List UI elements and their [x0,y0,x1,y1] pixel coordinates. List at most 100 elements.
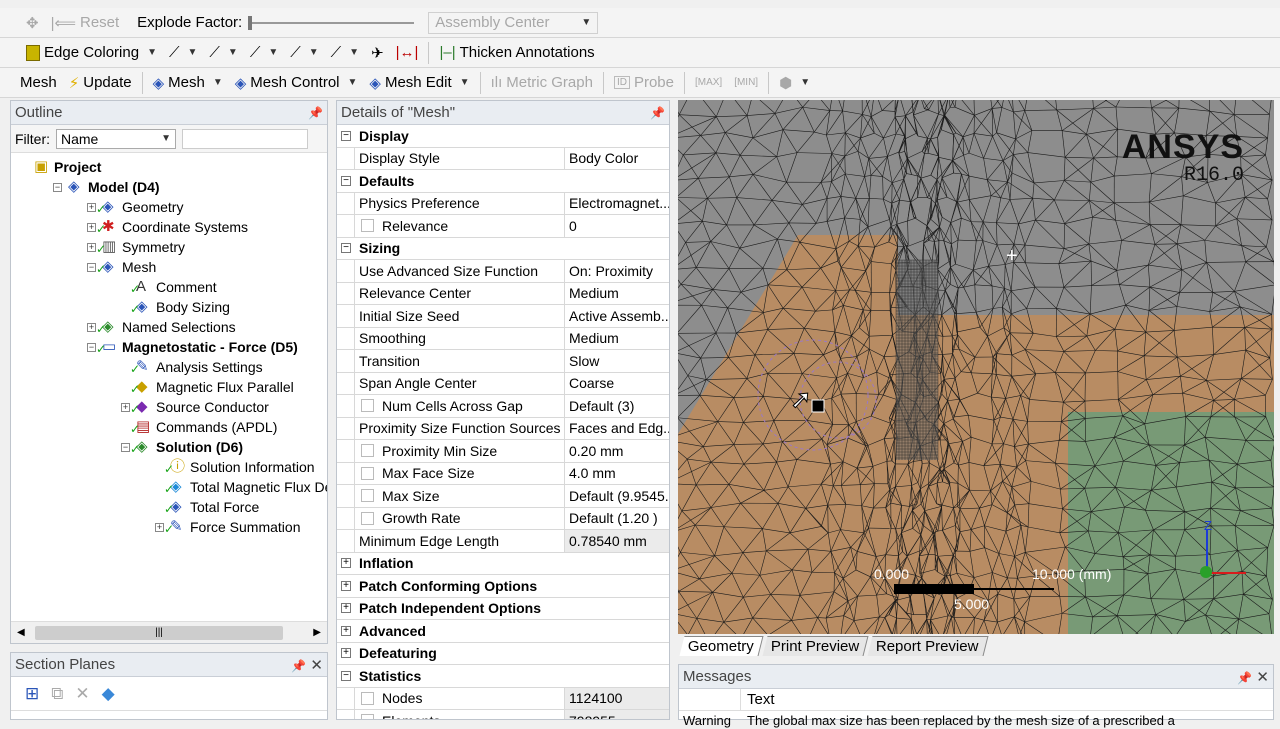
expand-icon[interactable]: + [341,581,351,591]
pin-icon[interactable]: 📌 [291,659,306,673]
probe-button[interactable]: ID Probe [608,70,680,96]
message-row[interactable]: Warning The global max size has been rep… [679,711,1273,729]
details-property[interactable]: Max SizeDefault (9.9545... [337,485,669,508]
tab-report-preview[interactable]: Report Preview [868,636,989,656]
mesh-edit-button[interactable]: ◈ Mesh Edit▼ [363,70,475,96]
property-value[interactable]: On: Proximity [565,260,669,282]
property-value[interactable]: Coarse [565,373,669,395]
collapse-icon[interactable]: − [87,343,96,352]
reset-button[interactable]: |⟸ Reset [45,10,126,36]
collapse-icon[interactable]: − [53,183,62,192]
property-value[interactable]: Medium [565,328,669,350]
property-value[interactable]: Default (9.9545... [565,485,669,507]
pin-icon[interactable]: 📌 [308,106,323,120]
scroll-right-icon[interactable]: ▶ [313,627,321,638]
property-value[interactable]: 0.20 mm [565,440,669,462]
filter-input[interactable] [182,129,308,149]
collapse-icon[interactable]: − [341,671,351,681]
tree-item[interactable]: A✓Comment [121,277,217,297]
thicken-annotations-button[interactable]: |–| Thicken Annotations [433,40,600,66]
group-toggle[interactable]: − [337,671,355,681]
tree-item[interactable]: −◈✓Solution (D6) [121,437,243,457]
expand-icon[interactable]: + [341,626,351,636]
scroll-left-icon[interactable]: ◀ [17,627,25,638]
details-property[interactable]: Max Face Size4.0 mm [337,463,669,486]
collapse-icon[interactable]: − [87,263,96,272]
group-toggle[interactable]: + [337,603,355,613]
details-property[interactable]: Proximity Size Function SourcesFaces and… [337,418,669,441]
tree-item[interactable]: +◆✓Source Conductor [121,397,269,417]
details-property[interactable]: SmoothingMedium [337,328,669,351]
pin-icon[interactable]: 📌 [1237,671,1252,685]
details-property[interactable]: Relevance CenterMedium [337,283,669,306]
tree-item[interactable]: +▥✓Symmetry [87,237,185,257]
tree-item[interactable]: ▣Project [19,157,101,177]
tree-item[interactable]: +✱✓Coordinate Systems [87,217,248,237]
details-property[interactable]: Nodes1124100 [337,688,669,711]
expand-icon[interactable]: + [155,523,164,532]
property-value[interactable]: Body Color [565,148,669,170]
close-icon[interactable]: ✕ [1256,669,1269,686]
details-property[interactable]: TransitionSlow [337,350,669,373]
collapse-icon[interactable]: − [121,443,130,452]
new-section-plane-icon[interactable]: ⊞ [25,684,39,704]
metric-graph-button[interactable]: ılı Metric Graph [485,70,599,96]
graphics-viewport[interactable]: ➚ + ANSYS R16.0 0.000 10.000 (mm) 5.000 … [678,100,1274,634]
tree-item[interactable]: ⓘ✓Solution Information [155,457,315,477]
transform-icon[interactable]: ✥ [20,10,45,36]
scroll-thumb[interactable]: ||| [35,626,283,640]
edge-style-3-icon[interactable]: ⟋▼ [244,40,284,66]
parameter-checkbox[interactable] [361,399,374,412]
details-group[interactable]: +Advanced [337,620,669,643]
group-toggle[interactable]: + [337,558,355,568]
collapse-icon[interactable]: − [341,131,351,141]
details-property[interactable]: Proximity Min Size0.20 mm [337,440,669,463]
details-property[interactable]: Span Angle CenterCoarse [337,373,669,396]
group-toggle[interactable]: + [337,648,355,658]
tree-item[interactable]: ▤✓Commands (APDL) [121,417,277,437]
property-value[interactable]: Default (3) [565,395,669,417]
details-group[interactable]: −Display [337,125,669,148]
filter-select[interactable]: Name▼ [56,129,176,149]
group-toggle[interactable]: + [337,626,355,636]
details-group[interactable]: −Sizing [337,238,669,261]
expand-icon[interactable]: + [341,603,351,613]
details-property[interactable]: Minimum Edge Length0.78540 mm [337,530,669,553]
tree-item[interactable]: −◈Model (D4) [53,177,160,197]
expand-icon[interactable]: + [341,648,351,658]
details-group[interactable]: +Inflation [337,553,669,576]
assembly-center-select[interactable]: Assembly Center▼ [428,12,598,34]
details-group[interactable]: +Patch Conforming Options [337,575,669,598]
expand-icon[interactable]: + [87,223,96,232]
edge-style-5-icon[interactable]: ⟋▼ [325,40,365,66]
annotation-spacing-icon[interactable]: |↔| [390,40,425,66]
details-property[interactable]: Physics PreferenceElectromagnet... [337,193,669,216]
section-display-icon[interactable]: ◆ [102,684,115,704]
details-property[interactable]: Initial Size SeedActive Assemb... [337,305,669,328]
min-icon[interactable]: [MIN] [728,70,764,96]
parameter-checkbox[interactable] [361,489,374,502]
property-value[interactable]: 4.0 mm [565,463,669,485]
expand-icon[interactable]: + [341,558,351,568]
details-property[interactable]: Elements798955 [337,710,669,720]
mesh-control-button[interactable]: ◈ Mesh Control▼ [229,70,364,96]
edge-style-1-icon[interactable]: ⟋▼ [163,40,203,66]
tree-item[interactable]: ◈✓Body Sizing [121,297,230,317]
parameter-checkbox[interactable] [361,219,374,232]
details-group[interactable]: +Patch Independent Options [337,598,669,621]
group-toggle[interactable]: − [337,243,355,253]
expand-icon[interactable]: + [121,403,130,412]
edge-style-2-icon[interactable]: ⟋▼ [203,40,243,66]
group-toggle[interactable]: − [337,176,355,186]
details-group[interactable]: −Defaults [337,170,669,193]
group-toggle[interactable]: + [337,581,355,591]
parameter-checkbox[interactable] [361,467,374,480]
parameter-checkbox[interactable] [361,512,374,525]
tab-print-preview[interactable]: Print Preview [762,636,868,656]
outline-hscrollbar[interactable]: ◀ ||| ▶ [11,621,327,643]
property-value[interactable]: Slow [565,350,669,372]
expand-icon[interactable]: + [87,203,96,212]
property-value[interactable]: Active Assemb... [565,305,669,327]
parameter-checkbox[interactable] [361,692,374,705]
edge-style-4-icon[interactable]: ⟋▼ [284,40,324,66]
